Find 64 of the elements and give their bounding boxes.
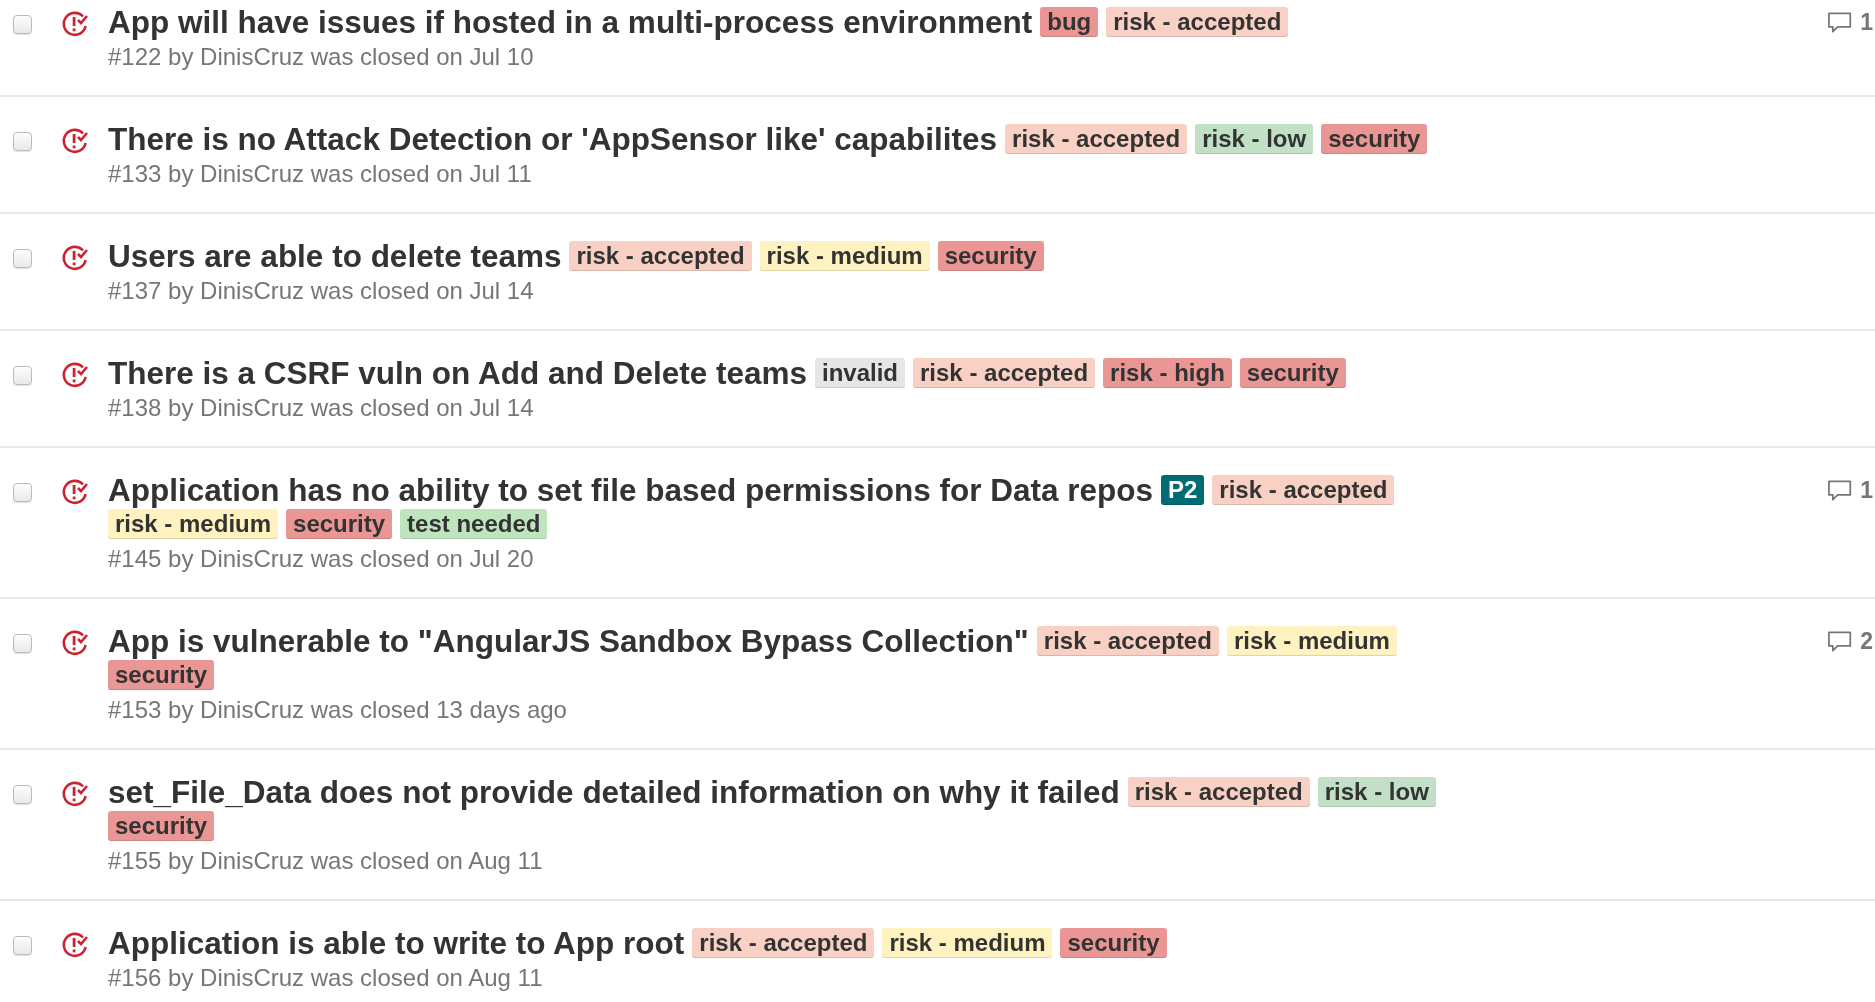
issue-label[interactable]: risk - accepted	[692, 928, 875, 958]
issue-title[interactable]: Application is able to write to App root	[108, 925, 685, 961]
issue-label[interactable]: risk - medium	[108, 509, 279, 539]
issue-label[interactable]: P2	[1161, 475, 1205, 505]
issue-label[interactable]: risk - high	[1103, 358, 1232, 388]
select-checkbox[interactable]	[13, 785, 32, 804]
issue-label[interactable]: risk - accepted	[569, 241, 752, 271]
issue-title[interactable]: There is a CSRF vuln on Add and Delete teams	[108, 355, 807, 391]
comment-count: 1	[1860, 477, 1873, 504]
issue-label[interactable]: test needed	[400, 509, 548, 539]
closed-issue-icon	[61, 10, 89, 38]
select-checkbox[interactable]	[13, 249, 32, 268]
issue-meta: #137 by DinisCruz was closed on Jul 14	[108, 276, 535, 306]
closed-issue-icon	[61, 478, 89, 506]
select-checkbox[interactable]	[13, 634, 32, 653]
issue-label[interactable]: risk - medium	[882, 928, 1053, 958]
issue-label[interactable]: security	[937, 241, 1044, 271]
issue-label[interactable]: risk - low	[1317, 777, 1436, 807]
issue-meta: #153 by DinisCruz was closed 13 days ago	[108, 695, 568, 725]
select-checkbox[interactable]	[13, 15, 32, 34]
closed-issue-icon	[61, 244, 89, 272]
issue-label[interactable]: risk - accepted	[1127, 777, 1310, 807]
closed-issue-icon	[61, 931, 89, 959]
issue-title[interactable]: Users are able to delete teams	[108, 238, 562, 274]
issue-meta: #133 by DinisCruz was closed on Jul 11	[108, 159, 533, 189]
issue-title[interactable]: Application has no ability to set file based permissions for Data repos	[108, 472, 1153, 508]
comment-icon[interactable]	[1827, 629, 1853, 654]
issue-label[interactable]: security	[1239, 358, 1346, 388]
select-checkbox[interactable]	[13, 132, 32, 151]
select-checkbox[interactable]	[13, 366, 32, 385]
comment-count: 1	[1860, 9, 1873, 36]
issue-title[interactable]: App will have issues if hosted in a multi-process environment	[108, 4, 1033, 40]
issue-title[interactable]: App is vulnerable to "AngularJS Sandbox Bypass Collection"	[108, 623, 1029, 659]
issue-label[interactable]: risk - medium	[1226, 626, 1397, 656]
issue-label[interactable]: security	[1060, 928, 1167, 958]
closed-issue-icon	[61, 780, 89, 808]
issue-meta: #138 by DinisCruz was closed on Jul 14	[108, 393, 535, 423]
issue-label[interactable]: security	[286, 509, 393, 539]
issue-meta: #122 by DinisCruz was closed on Jul 10	[108, 42, 535, 72]
select-checkbox[interactable]	[13, 936, 32, 955]
closed-issue-icon	[61, 629, 89, 657]
issue-label[interactable]: risk - medium	[759, 241, 930, 271]
issue-label[interactable]: risk - accepted	[1106, 7, 1289, 37]
issue-label[interactable]: risk - low	[1195, 124, 1314, 154]
issue-title[interactable]: set_File_Data does not provide detailed information on why it failed	[108, 774, 1120, 810]
select-checkbox[interactable]	[13, 483, 32, 502]
issue-label[interactable]: bug	[1040, 7, 1099, 37]
closed-issue-icon	[61, 361, 89, 389]
issue-label[interactable]: security	[108, 660, 215, 690]
closed-issue-icon	[61, 127, 89, 155]
issue-label[interactable]: security	[108, 811, 215, 841]
issue-meta: #145 by DinisCruz was closed on Jul 20	[108, 544, 535, 574]
issue-label[interactable]: invalid	[815, 358, 905, 388]
comment-icon[interactable]	[1827, 478, 1853, 503]
issue-label[interactable]: risk - accepted	[913, 358, 1096, 388]
issue-meta: #155 by DinisCruz was closed on Aug 11	[108, 846, 544, 876]
issue-meta: #156 by DinisCruz was closed on Aug 11	[108, 963, 544, 993]
issue-label[interactable]: risk - accepted	[1005, 124, 1188, 154]
issue-label[interactable]: risk - accepted	[1212, 475, 1395, 505]
issue-label[interactable]: security	[1321, 124, 1428, 154]
comment-count: 2	[1860, 628, 1873, 655]
comment-icon[interactable]	[1827, 10, 1853, 35]
issue-label[interactable]: risk - accepted	[1036, 626, 1219, 656]
issue-title[interactable]: There is no Attack Detection or 'AppSensor like' capabilites	[108, 121, 998, 157]
